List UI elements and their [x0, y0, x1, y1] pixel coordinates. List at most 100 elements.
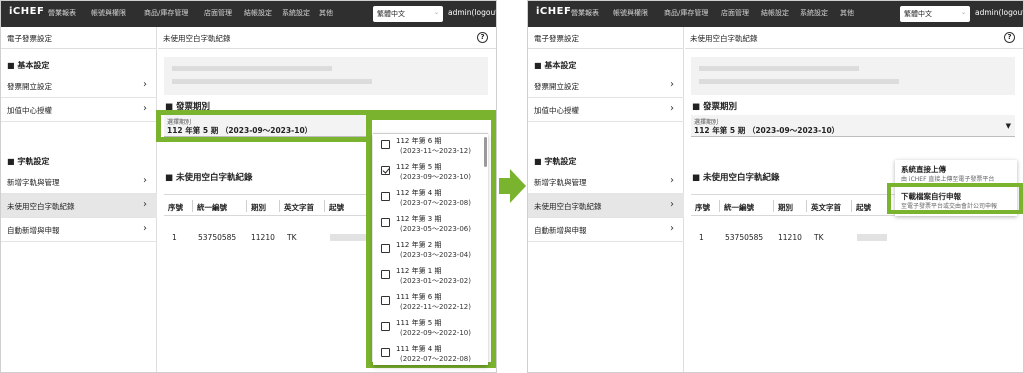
option-range: (2023-11～2023-12) [400, 147, 471, 155]
option-label: 112 年第 5 期 [396, 163, 442, 171]
sidebar-item-unused-track[interactable]: 未使用空白字軌紀錄 › [1, 194, 157, 218]
language-select[interactable]: 繁體中文 ⌄ [373, 6, 443, 22]
sidebar-item-auto-declare[interactable]: 自動新增與申報 › [1, 218, 157, 242]
chevron-right-icon: › [143, 199, 147, 210]
col-divider [806, 200, 807, 212]
nav-item-accounts[interactable]: 帳號與權限 [91, 8, 126, 18]
notice-line [172, 79, 372, 84]
sidebar-item-label: 加值中心授權 [7, 106, 52, 115]
checkbox[interactable] [381, 218, 390, 227]
col-divider [324, 200, 325, 212]
sidebar-item-value-center[interactable]: 加值中心授權 › [528, 98, 684, 122]
option-range: (2022-07～2022-08) [400, 355, 471, 363]
sidebar-item-label: 未使用空白字軌紀錄 [7, 202, 75, 211]
sidebar: 電子發票設定 ■ 基本設定 發票開立設定 › 加值中心授權 › ■ 字軌設定 新… [528, 27, 684, 372]
period-option[interactable]: 112 年第 6 期 (2023-11～2023-12) [373, 134, 483, 160]
period-option[interactable]: 111 年第 4 期 (2022-07～2022-08) [373, 342, 483, 365]
unused-section-title: ■ 未使用空白字軌紀錄 [692, 173, 780, 183]
checkbox[interactable] [381, 270, 390, 279]
chevron-right-icon: › [670, 175, 674, 186]
nav-item-system[interactable]: 系統設定 [282, 8, 310, 18]
col-header: 期別 [778, 203, 793, 212]
nav-item-accounts[interactable]: 帳號與權限 [613, 8, 648, 18]
nav-item-system[interactable]: 系統設定 [800, 8, 828, 18]
sidebar-title: 電子發票設定 [7, 34, 52, 43]
section-basic: ■ 基本設定 [7, 61, 50, 70]
checkbox[interactable] [381, 348, 390, 357]
chevron-right-icon: › [143, 79, 147, 90]
cell-redacted [857, 234, 887, 241]
option-label: 112 年第 6 期 [396, 137, 442, 145]
admin-logout-link[interactable]: admin(logout) [975, 8, 1023, 17]
nav-item-store[interactable]: 店面管理 [721, 8, 749, 18]
language-value: 繁體中文 [377, 10, 405, 18]
chevron-right-icon: › [670, 199, 674, 210]
period-option[interactable]: 112 年第 4 期 (2023-07～2023-08) [373, 186, 483, 212]
admin-logout-link[interactable]: admin(logout) [448, 8, 496, 17]
cell-index: 1 [699, 233, 704, 242]
checkbox[interactable] [381, 140, 390, 149]
option-range: (2023-09～2023-10) [400, 173, 471, 181]
notice-box [691, 57, 1015, 95]
notice-line [699, 66, 859, 71]
nav-item-inventory[interactable]: 商品/庫存管理 [664, 8, 708, 18]
period-option[interactable]: 111 年第 5 期 (2022-09～2022-10) [373, 316, 483, 342]
cell-period: 11210 [251, 233, 275, 242]
period-option[interactable]: 112 年第 1 期 (2023-01～2023-02) [373, 264, 483, 290]
checkbox[interactable] [381, 244, 390, 253]
sidebar-item-track-manage[interactable]: 新增字軌與管理 › [1, 170, 157, 194]
period-dropdown-list: 112 年第 6 期 (2023-11～2023-12) 112 年第 5 期 … [373, 133, 488, 365]
col-header: 序號 [695, 203, 710, 212]
checkbox[interactable] [381, 322, 390, 331]
sidebar-item-label: 新增字軌與管理 [7, 178, 60, 187]
checkbox-checked[interactable] [381, 166, 390, 175]
nav-item-checkout[interactable]: 結帳設定 [244, 8, 272, 18]
option-label: 112 年第 2 期 [396, 241, 442, 249]
nav-item-reports[interactable]: 營業報表 [48, 8, 76, 18]
language-select[interactable]: 繁體中文 ⌄ [900, 6, 970, 22]
cell-index: 1 [172, 233, 177, 242]
cell-tax-id: 53750585 [198, 233, 237, 242]
period-select[interactable]: 選擇期別 112 年第 5 期 （2023-09～2023-10） ▼ [691, 115, 1015, 137]
sidebar-item-value-center[interactable]: 加值中心授權 › [1, 98, 157, 122]
sidebar-item-unused-track[interactable]: 未使用空白字軌紀錄 › [528, 194, 684, 218]
nav-item-reports[interactable]: 營業報表 [571, 8, 599, 18]
col-header: 統一編號 [197, 203, 227, 212]
period-option[interactable]: 111 年第 6 期 (2022-11～2022-12) [373, 290, 483, 316]
sidebar-item-track-manage[interactable]: 新增字軌與管理 › [528, 170, 684, 194]
col-header: 統一編號 [724, 203, 754, 212]
sidebar-item-invoice-settings[interactable]: 發票開立設定 › [528, 74, 684, 98]
col-divider [773, 200, 774, 212]
checkbox[interactable] [381, 296, 390, 305]
nav-item-other[interactable]: 其他 [840, 8, 854, 18]
option-label: 111 年第 6 期 [396, 293, 442, 301]
dropdown-scrollbar[interactable] [484, 137, 487, 167]
option-range: (2023-07～2023-08) [400, 199, 471, 207]
chevron-right-icon: › [143, 175, 147, 186]
sidebar-header: 電子發票設定 [528, 27, 684, 49]
notice-box [164, 57, 488, 95]
sidebar-item-label: 發票開立設定 [7, 82, 52, 91]
option-label: 112 年第 1 期 [396, 267, 442, 275]
page-title: 未使用空白字軌紀錄 [163, 34, 231, 43]
col-header: 英文字首 [284, 203, 314, 212]
chevron-down-icon: ⌄ [433, 9, 439, 16]
sidebar-item-invoice-settings[interactable]: 發票開立設定 › [1, 74, 157, 98]
sidebar-item-auto-declare[interactable]: 自動新增與申報 › [528, 218, 684, 242]
nav-item-store[interactable]: 店面管理 [204, 8, 232, 18]
help-icon[interactable]: ? [1004, 32, 1015, 43]
sidebar-item-label: 新增字軌與管理 [534, 178, 587, 187]
section-track: ■ 字軌設定 [7, 157, 50, 166]
chevron-right-icon: › [670, 103, 674, 114]
help-icon[interactable]: ? [477, 32, 488, 43]
period-option-selected[interactable]: 112 年第 5 期 (2023-09～2023-10) [373, 160, 483, 186]
nav-item-other[interactable]: 其他 [319, 8, 333, 18]
nav-item-inventory[interactable]: 商品/庫存管理 [144, 8, 188, 18]
period-option[interactable]: 112 年第 3 期 (2023-05～2023-06) [373, 212, 483, 238]
cell-prefix: TK [814, 233, 824, 242]
brand-logo: iCHEF [9, 6, 45, 17]
checkbox[interactable] [381, 192, 390, 201]
period-option[interactable]: 112 年第 2 期 (2023-03～2023-04) [373, 238, 483, 264]
nav-item-checkout[interactable]: 結帳設定 [761, 8, 789, 18]
chevron-right-icon: › [670, 79, 674, 90]
